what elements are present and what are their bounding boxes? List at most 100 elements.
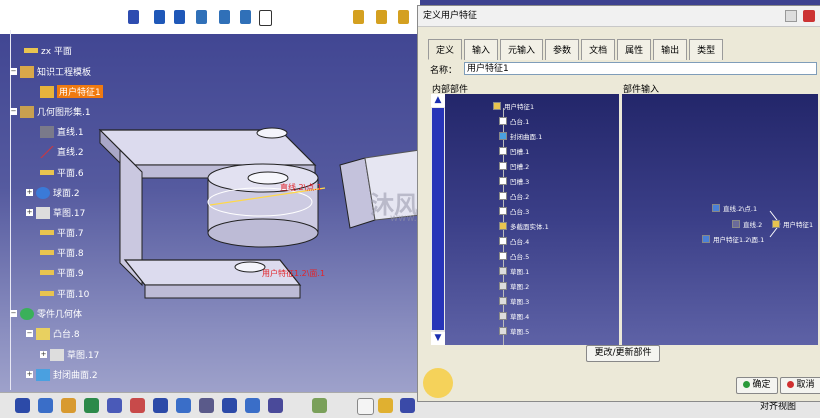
help-icon[interactable]: [785, 10, 797, 22]
database-icon[interactable]: [240, 10, 251, 24]
list-item[interactable]: 草图.1: [499, 266, 529, 276]
tab-properties[interactable]: 属性: [617, 39, 652, 60]
open-folder-icon[interactable]: [378, 398, 393, 413]
tool-icon[interactable]: [61, 398, 76, 413]
tab-outputs[interactable]: 输出: [653, 39, 688, 60]
tool-icon[interactable]: [268, 398, 283, 413]
tab-definition[interactable]: 定义: [428, 39, 463, 60]
expand-icon[interactable]: +: [26, 371, 33, 378]
new-file-icon[interactable]: [357, 398, 374, 415]
hammer-icon[interactable]: [398, 10, 409, 24]
collapse-icon[interactable]: −: [10, 108, 17, 115]
hammer-icon[interactable]: [376, 10, 387, 24]
list-item[interactable]: 草图.4: [499, 311, 529, 321]
tree-item-zx-plane[interactable]: zx 平面: [24, 44, 72, 57]
cylinder-bottom: [207, 218, 319, 248]
tab-meta-inputs[interactable]: 元输入: [500, 39, 544, 60]
tree-item-closed-surface-2[interactable]: + 封闭曲面.2: [26, 368, 98, 381]
list-item[interactable]: 凹槽.1: [499, 146, 529, 156]
tool-icon[interactable]: [312, 398, 327, 413]
hammer-icon[interactable]: [353, 10, 364, 24]
change-update-button[interactable]: 更改/更新部件: [586, 345, 660, 362]
tab-inputs[interactable]: 输入: [464, 39, 499, 60]
tree-item-plane-10[interactable]: 平面.10: [40, 287, 89, 300]
tool-icon[interactable]: [199, 398, 214, 413]
list-item[interactable]: 封闭曲面.1: [499, 131, 542, 141]
list-item[interactable]: 凸台.3: [499, 206, 529, 216]
tool-icon[interactable]: [84, 398, 99, 413]
scrollbar[interactable]: ▲ ▼: [431, 94, 445, 345]
list-item[interactable]: 凸台.2: [499, 191, 529, 201]
tree-item-plane-8[interactable]: 平面.8: [40, 246, 84, 259]
tree-item-geometric-set[interactable]: − 几何图形集.1: [10, 105, 91, 118]
list-item[interactable]: 凹槽.2: [499, 161, 529, 171]
list-item[interactable]: 凹槽.3: [499, 176, 529, 186]
collapse-icon[interactable]: −: [10, 68, 17, 75]
scroll-down-icon[interactable]: ▼: [431, 332, 445, 345]
tool-icon[interactable]: [245, 398, 260, 413]
list-item[interactable]: 草图.2: [499, 281, 529, 291]
tree-item-plane-7[interactable]: 平面.7: [40, 226, 84, 239]
list-item[interactable]: 草图.3: [499, 296, 529, 306]
tree-item-sketch-17b[interactable]: + 草图.17: [40, 348, 99, 361]
collapse-icon[interactable]: −: [10, 310, 17, 317]
tree-item-line-1[interactable]: 直线.1: [40, 125, 84, 138]
tab-documents[interactable]: 文档: [581, 39, 616, 60]
top-hole: [256, 127, 288, 139]
plane-icon: [40, 270, 54, 275]
tool-icon[interactable]: [176, 398, 191, 413]
list-item[interactable]: 凸台.5: [499, 251, 529, 261]
expand-icon[interactable]: +: [26, 189, 33, 196]
tree-item-sphere-2[interactable]: + 球面.2: [26, 186, 80, 199]
input-face[interactable]: 用户特征1.2\面.1: [702, 234, 764, 244]
help-icon[interactable]: [259, 10, 272, 26]
list-item[interactable]: 凸台.1: [499, 116, 529, 126]
internal-components-panel[interactable]: ▲ ▼ 用户特征1 凸台.1 封闭曲面.1 凹槽.1 凹槽.2 凹槽.3 凸台.…: [431, 94, 619, 345]
cylinder-icon[interactable]: [128, 10, 139, 24]
list-item[interactable]: 多截面实体.1: [499, 221, 549, 231]
cylinder-icon[interactable]: [174, 10, 185, 24]
tool-icon[interactable]: [107, 398, 122, 413]
tree-item-user-feature[interactable]: 用户特征1: [40, 85, 103, 98]
tree-item-plane-9[interactable]: 平面.9: [40, 266, 84, 279]
closed-surface-icon: [36, 368, 50, 381]
input-point[interactable]: 直线.2\点.1: [712, 203, 757, 213]
database-icon[interactable]: [196, 10, 207, 24]
cancel-button[interactable]: 取消: [780, 377, 820, 394]
ok-button[interactable]: 确定: [736, 377, 778, 394]
list-item[interactable]: 草图.5: [499, 326, 529, 336]
expand-icon[interactable]: +: [26, 209, 33, 216]
tab-parameters[interactable]: 参数: [545, 39, 580, 60]
sketch-icon: [50, 348, 64, 361]
save-icon[interactable]: [400, 398, 415, 413]
tree-item-part-body[interactable]: − 零件几何体: [10, 307, 82, 320]
input-user-feature[interactable]: 用户特征1: [772, 219, 813, 229]
list-item[interactable]: 用户特征1: [493, 101, 534, 111]
point-icon: [712, 204, 720, 212]
name-field[interactable]: 用户特征1: [464, 62, 817, 75]
scroll-thumb[interactable]: [432, 108, 444, 330]
list-item[interactable]: 凸台.4: [499, 236, 529, 246]
tab-type[interactable]: 类型: [689, 39, 724, 60]
database-icon[interactable]: [219, 10, 230, 24]
tool-icon[interactable]: [222, 398, 237, 413]
tool-icon[interactable]: [153, 398, 168, 413]
component-inputs-panel[interactable]: 直线.2\点.1 直线.2 用户特征1 用户特征1.2\面.1: [622, 94, 818, 345]
close-icon[interactable]: [803, 10, 815, 22]
tree-item-sketch-17[interactable]: + 草图.17: [26, 206, 85, 219]
tool-icon[interactable]: [130, 398, 145, 413]
cylinder-icon[interactable]: [154, 10, 165, 24]
tree-item-pad-8[interactable]: − 凸台.8: [26, 327, 80, 340]
tree-item-line-2[interactable]: 直线.2: [40, 145, 84, 158]
tool-icon[interactable]: [38, 398, 53, 413]
tool-icon[interactable]: [15, 398, 30, 413]
tree-item-plane-6[interactable]: 平面.6: [40, 166, 84, 179]
expand-icon[interactable]: +: [40, 351, 47, 358]
tree-item-knowledge[interactable]: − 知识工程模板: [10, 65, 91, 78]
line-icon: [40, 125, 54, 138]
collapse-icon[interactable]: −: [26, 330, 33, 337]
scroll-up-icon[interactable]: ▲: [431, 94, 445, 107]
folder-icon: [20, 65, 34, 78]
pad-icon: [499, 207, 507, 215]
input-line[interactable]: 直线.2: [732, 219, 762, 229]
